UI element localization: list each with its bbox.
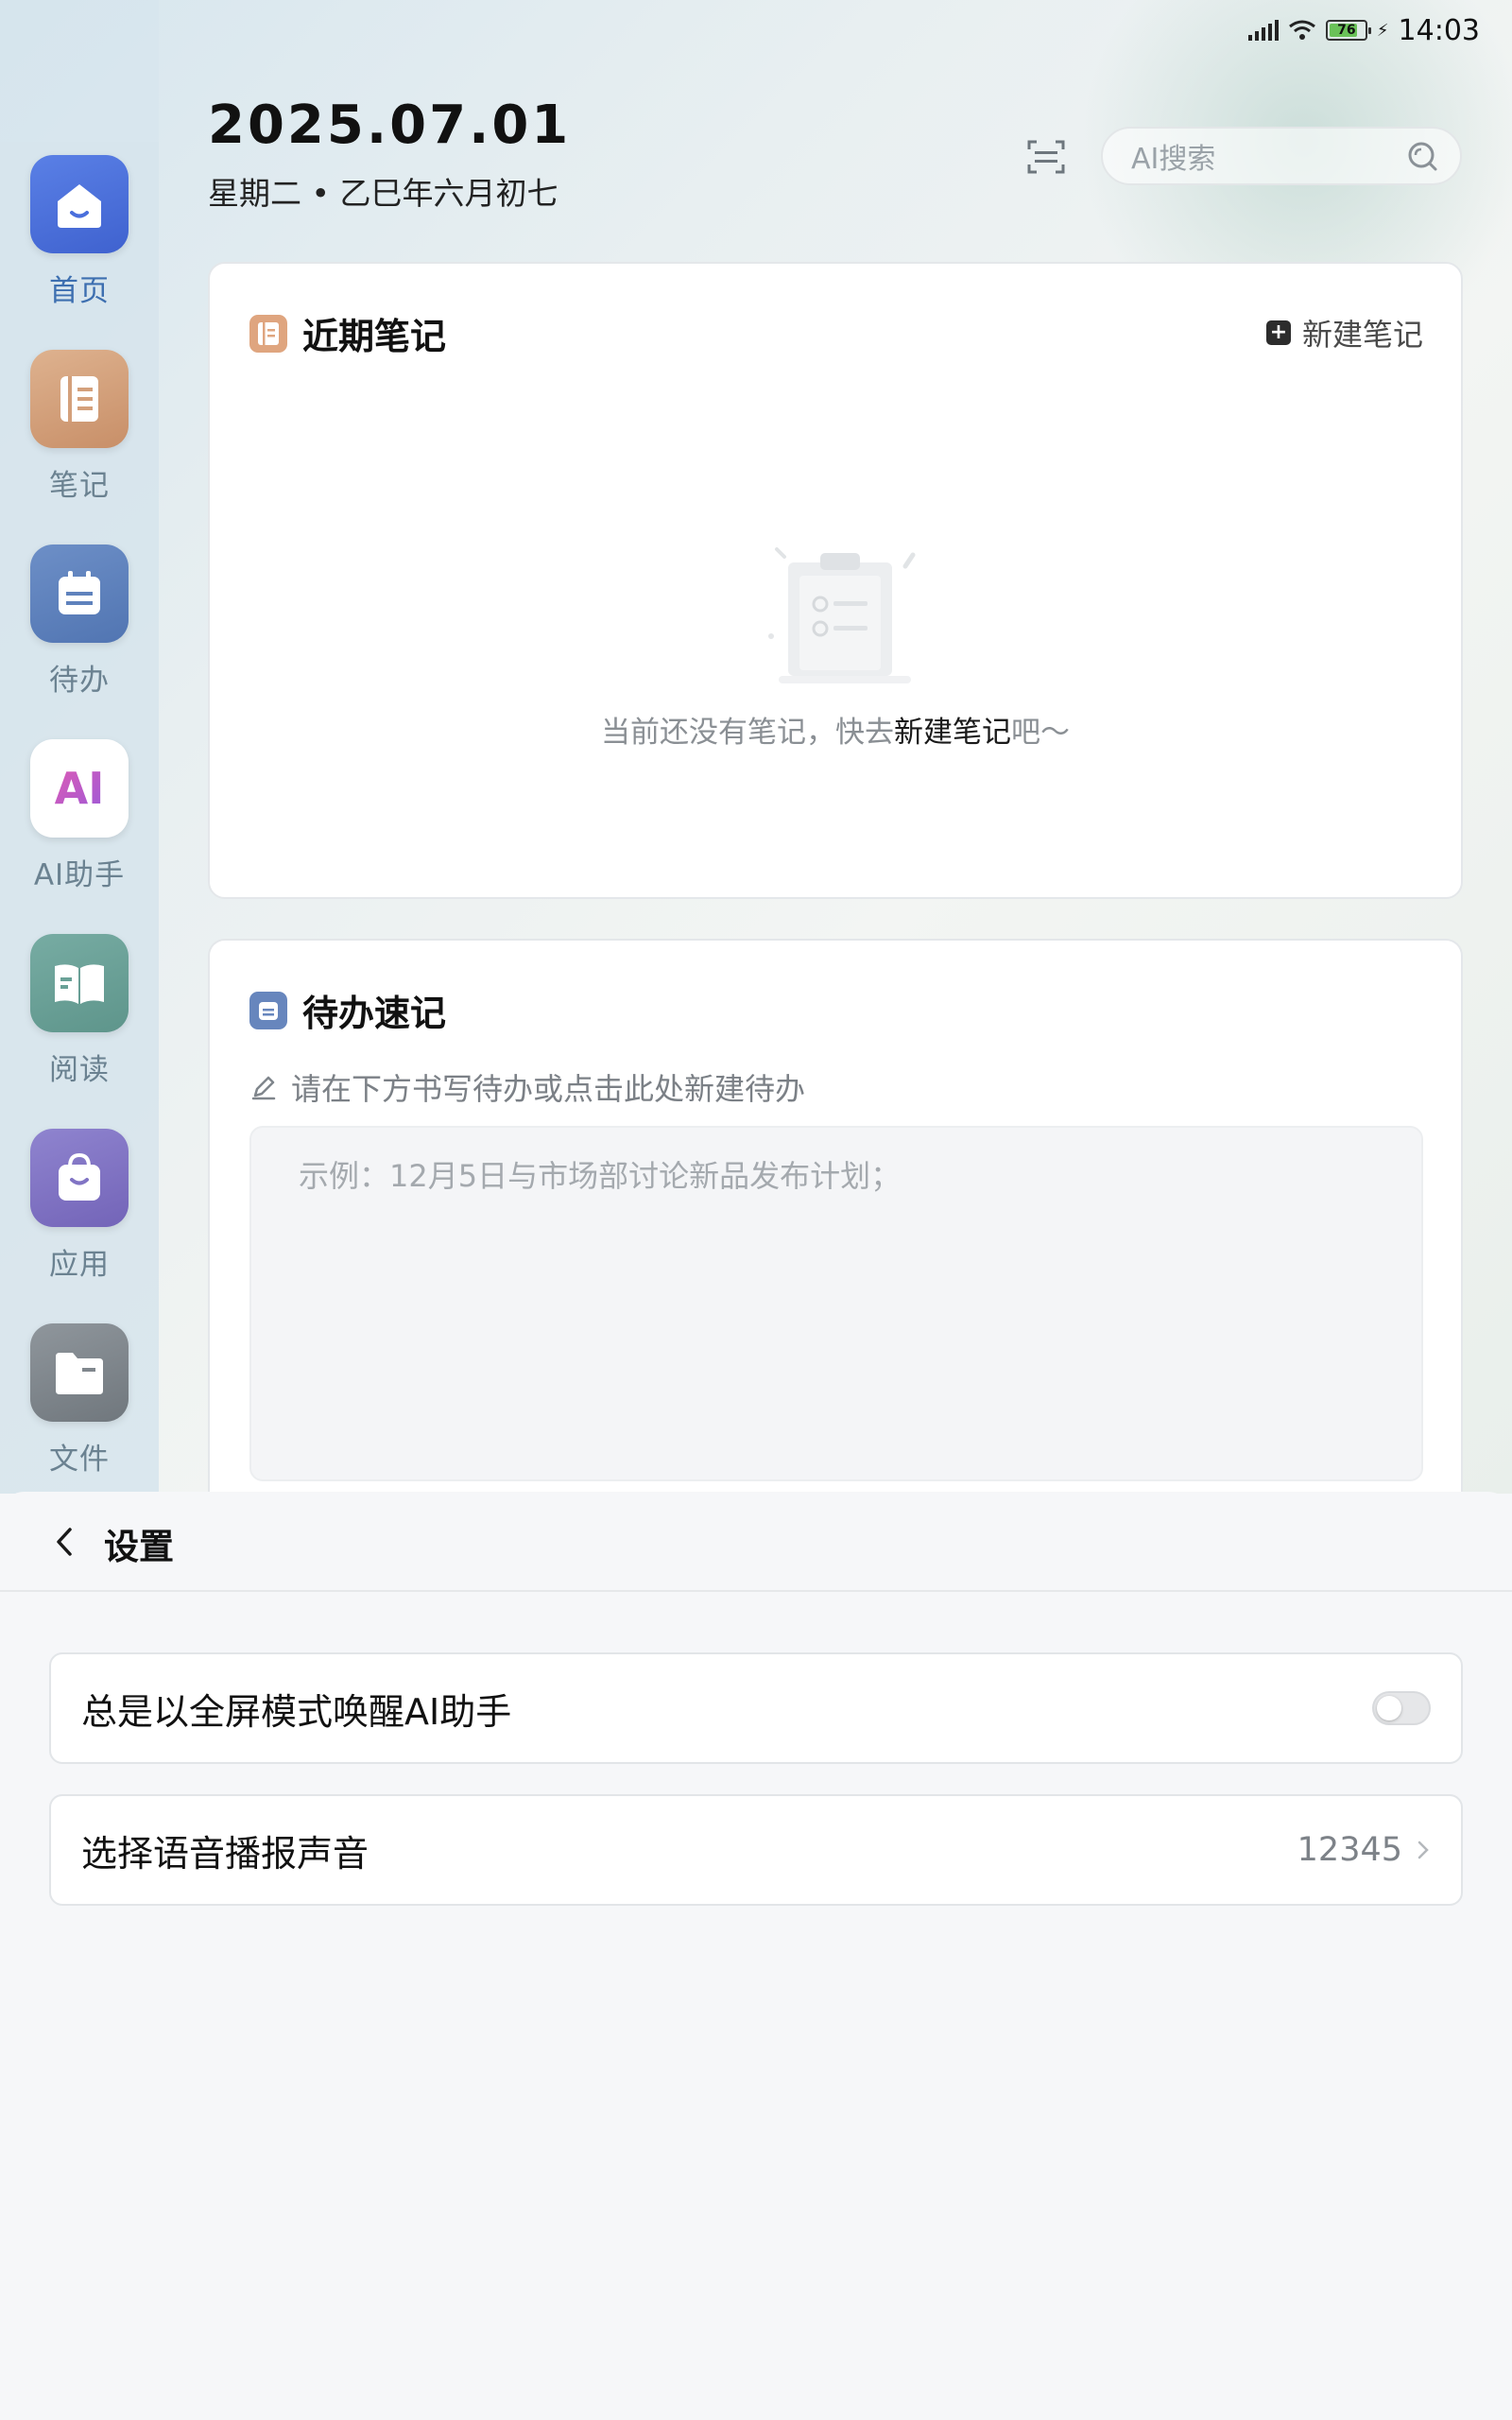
create-note-link[interactable]: 新建笔记 [894, 716, 1011, 750]
notebook-icon [30, 350, 129, 448]
recent-notes-title: 近期笔记 [302, 316, 447, 357]
recent-notes-header: 近期笔记 [249, 307, 446, 359]
battery-icon: 76 [1325, 20, 1371, 41]
sidebar-item-label: 文件 [49, 1443, 110, 1477]
new-note-label: 新建笔记 [1301, 317, 1423, 353]
todo-handwriting-input[interactable]: 示例：12月5日与市场部讨论新品发布计划； [249, 1126, 1423, 1481]
book-icon [30, 934, 129, 1032]
todo-quick-title: 待办速记 [302, 993, 447, 1034]
sidebar-item-todo[interactable]: 待办 [0, 544, 159, 724]
sidebar-item-home[interactable]: 首页 [0, 155, 159, 335]
sidebar-item-label: 首页 [49, 274, 110, 308]
signal-icon [1247, 20, 1279, 41]
empty-prefix: 当前还没有笔记，快去 [601, 716, 894, 750]
sidebar-item-apps[interactable]: 应用 [0, 1129, 159, 1308]
search-icon[interactable] [1405, 139, 1439, 173]
status-bar: 76 ⚡ 14:03 [1247, 11, 1480, 49]
todo-quick-card: 待办速记 请在下方书写待办或点击此处新建待办 示例：12月5日与市场部讨论新品发… [208, 939, 1463, 1506]
empty-notes-message: 当前还没有笔记，快去新建笔记吧～ [210, 708, 1461, 751]
ai-assistant-icon: AI [30, 739, 129, 838]
setting-label: 总是以全屏模式唤醒AI助手 [81, 1690, 512, 1733]
settings-panel: 设置 总是以全屏模式唤醒AI助手 选择语音播报声音 12345 [0, 1492, 1512, 2420]
todo-icon [30, 544, 129, 643]
battery-level: 76 [1337, 23, 1356, 38]
bag-icon [30, 1129, 129, 1227]
sidebar-item-label: 阅读 [49, 1053, 110, 1087]
scan-icon[interactable] [1025, 138, 1067, 176]
todo-quick-header: 待办速记 [249, 984, 446, 1036]
wifi-icon [1288, 20, 1315, 40]
search-placeholder: AI搜索 [1131, 143, 1216, 176]
settings-header: 设置 [0, 1492, 1512, 1592]
empty-suffix: 吧～ [1011, 716, 1070, 750]
toggle-knob [1377, 1696, 1401, 1720]
charging-icon: ⚡ [1376, 20, 1389, 41]
sidebar-item-reading[interactable]: 阅读 [0, 934, 159, 1114]
voice-selection-setting[interactable]: 选择语音播报声音 12345 [49, 1794, 1463, 1906]
voice-value: 12345 [1297, 1831, 1402, 1869]
new-todo-hint[interactable]: 请在下方书写待办或点击此处新建待办 [249, 1065, 805, 1109]
pencil-icon [251, 1076, 276, 1100]
setting-label: 选择语音播报声音 [81, 1832, 369, 1875]
back-arrow-icon[interactable] [45, 1520, 83, 1564]
sidebar-item-files[interactable]: 文件 [0, 1323, 159, 1503]
ai-search-input[interactable]: AI搜索 [1101, 127, 1462, 185]
page-date: 2025.07.01 [208, 95, 572, 156]
lunar-date: 星期二 • 乙巳年六月初七 [208, 175, 558, 212]
folder-icon [30, 1323, 129, 1422]
add-icon: + [1265, 320, 1291, 345]
new-note-button[interactable]: + 新建笔记 [1265, 311, 1423, 354]
settings-title: 设置 [104, 1527, 174, 1567]
todo-icon [249, 991, 287, 1029]
sidebar-item-label: AI助手 [33, 858, 126, 892]
fullscreen-wake-setting[interactable]: 总是以全屏模式唤醒AI助手 [49, 1652, 1463, 1764]
chevron-right-icon [1418, 1841, 1429, 1859]
sidebar-item-label: 应用 [49, 1248, 110, 1282]
sidebar-header-area [0, 0, 159, 142]
sidebar-item-notes[interactable]: 笔记 [0, 350, 159, 529]
fullscreen-wake-toggle[interactable] [1372, 1691, 1431, 1725]
new-todo-hint-text: 请在下方书写待办或点击此处新建待办 [291, 1071, 806, 1107]
empty-clipboard-illustration [768, 547, 916, 683]
sidebar: 首页 笔记 待办 AI AI助手 阅读 应用 文件 [0, 142, 159, 1494]
todo-input-placeholder: 示例：12月5日与市场部讨论新品发布计划； [299, 1158, 902, 1194]
clock: 14:03 [1398, 13, 1480, 47]
notebook-icon [249, 314, 287, 353]
ai-icon-text: AI [54, 763, 105, 814]
recent-notes-card: 近期笔记 + 新建笔记 当前还没有笔记，快去新建笔记吧～ [208, 262, 1463, 899]
sidebar-item-label: 笔记 [49, 469, 110, 503]
sidebar-item-label: 待办 [49, 664, 110, 698]
home-icon [30, 155, 129, 253]
sidebar-item-ai-assistant[interactable]: AI AI助手 [0, 739, 159, 919]
